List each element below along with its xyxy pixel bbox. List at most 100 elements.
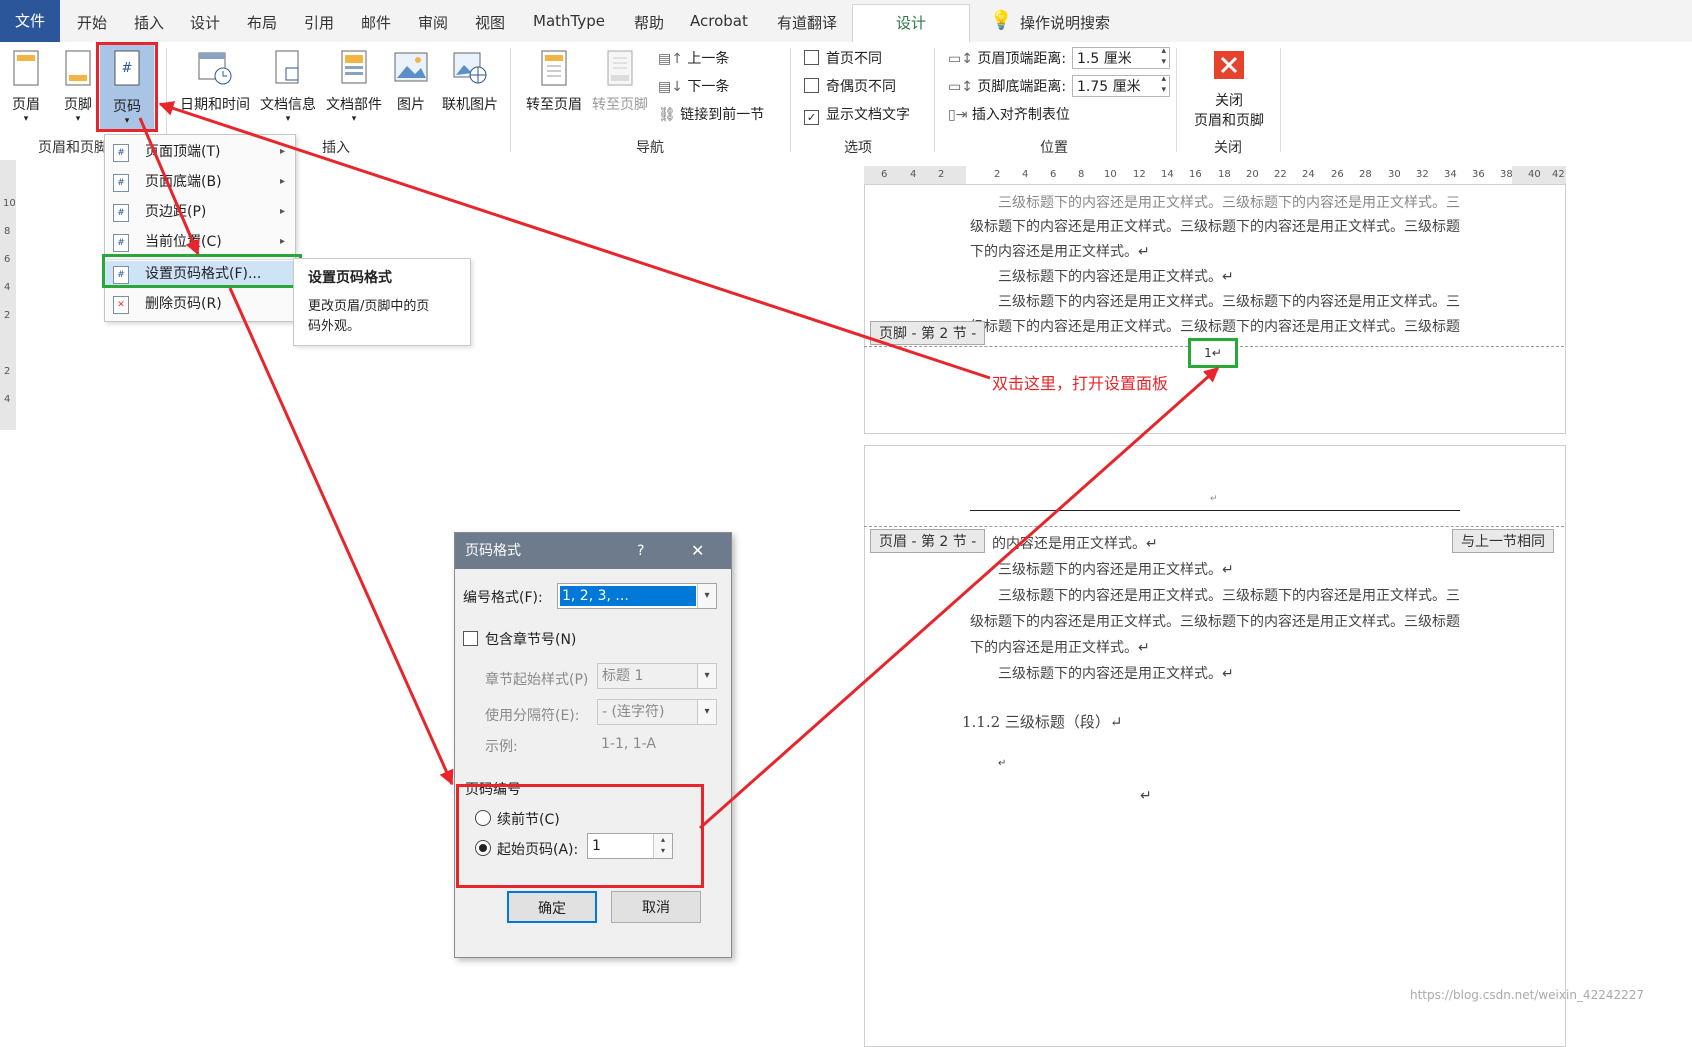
help-icon[interactable]: ? — [637, 533, 644, 569]
watermark-text: https://blog.csdn.net/weixin_42242227 — [1410, 988, 1645, 1002]
menu-item-top-of-page[interactable]: # 页面顶端(T) ▸ — [105, 139, 295, 165]
ruler-label: 32 — [1416, 169, 1429, 180]
link-prev-button[interactable]: ⛓ 链接到前一节 — [658, 104, 764, 124]
body-text-line: 级标题下的内容还是用正文样式。三级标题下的内容还是用正文样式。三级标题 — [970, 319, 1460, 335]
menu-item-page-margins[interactable]: # 页边距(P) ▸ — [105, 199, 295, 225]
ruler-label: 6 — [881, 169, 888, 180]
tab-mailings[interactable]: 邮件 — [361, 12, 391, 33]
ruler-label: 26 — [1331, 169, 1344, 180]
menu-item-label: 删除页码(R) — [145, 296, 222, 312]
close-icon[interactable]: ✕ — [691, 533, 704, 569]
ruler-text-area — [966, 166, 1512, 184]
tab-help[interactable]: 帮助 — [634, 12, 664, 33]
group-insert: 插入 — [322, 140, 350, 156]
header-top-spinner[interactable]: 1.5 厘米 — [1072, 46, 1170, 69]
menu-item-label: 页面顶端(T) — [145, 144, 221, 160]
online-picture-label: 联机图片 — [442, 97, 498, 113]
first-page-diff-checkbox[interactable]: 首页不同 — [804, 48, 882, 68]
tab-mathtype[interactable]: MathType — [533, 12, 605, 30]
goto-header-label: 转至页眉 — [526, 97, 582, 113]
header-paragraph-mark: ↵ — [1210, 494, 1218, 504]
chapter-style-select[interactable]: 标题 1 ▾ — [597, 663, 717, 689]
footer-bottom-icon: ▭↕ — [948, 79, 973, 95]
tab-design-doc[interactable]: 设计 — [190, 12, 220, 33]
separator-label: 使用分隔符(E): — [485, 708, 580, 724]
show-doc-text-checkbox[interactable]: ✓ 显示文档文字 — [804, 104, 910, 125]
tab-acrobat[interactable]: Acrobat — [690, 12, 748, 30]
ruler-label: 38 — [1500, 169, 1513, 180]
tab-home[interactable]: 开始 — [77, 12, 107, 33]
footer-page-number[interactable]: 1↵ — [1188, 338, 1238, 368]
prev-label: 上一条 — [687, 51, 730, 67]
menu-item-bottom-of-page[interactable]: # 页面底端(B) ▸ — [105, 169, 295, 195]
ribbon-tab-bar: 文件 开始 插入 设计 布局 引用 邮件 审阅 视图 MathType 帮助 A… — [0, 0, 1692, 43]
doc-parts-button[interactable]: 文档部件 ▾ — [322, 50, 386, 124]
group-divider — [934, 48, 935, 152]
separator-value: - (连字符) — [602, 704, 665, 720]
ruler-label: 10 — [1104, 169, 1117, 180]
vertical-ruler: 10 8 6 4 2 2 4 — [0, 160, 16, 430]
prev-button[interactable]: ▤↑ 上一条 — [658, 48, 729, 68]
dialog-titlebar: 页码格式 ? ✕ — [455, 533, 731, 569]
tab-file[interactable]: 文件 — [0, 0, 60, 42]
tab-youdao[interactable]: 有道翻译 — [777, 12, 837, 33]
tab-header-footer-design[interactable]: 设计 — [852, 4, 970, 43]
link-icon: ⛓ — [658, 107, 676, 123]
cancel-button[interactable]: 取消 — [611, 891, 701, 923]
odd-even-diff-label: 奇偶页不同 — [826, 79, 896, 95]
example-value: 1-1, 1-A — [601, 736, 656, 752]
checkbox-unchecked-icon — [463, 631, 478, 646]
header-button[interactable]: 页眉 ▾ — [4, 50, 48, 124]
ok-button[interactable]: 确定 — [507, 891, 597, 923]
tell-me-search[interactable]: 操作说明搜索 — [1020, 12, 1110, 33]
ruler-label: 36 — [1472, 169, 1485, 180]
tab-review[interactable]: 审阅 — [418, 12, 448, 33]
lightbulb-icon: 💡 — [990, 10, 1013, 31]
group-position: 位置 — [1040, 140, 1068, 156]
ruler-label: 30 — [1388, 169, 1401, 180]
tab-references[interactable]: 引用 — [304, 12, 334, 33]
include-chapter-checkbox[interactable]: 包含章节号(N) — [463, 629, 576, 649]
group-divider — [790, 48, 791, 152]
next-button[interactable]: ▤↓ 下一条 — [658, 76, 729, 96]
doc-info-button[interactable]: 文档信息 ▾ — [256, 50, 320, 124]
date-time-button[interactable]: 日期和时间 — [176, 50, 254, 114]
annotation-label: 双击这里，打开设置面板 — [992, 374, 1169, 393]
picture-label: 图片 — [397, 97, 425, 113]
tab-view[interactable]: 视图 — [475, 12, 505, 33]
close-header-footer-button[interactable]: 关闭 页眉和页脚 — [1188, 50, 1270, 130]
ruler-label: 34 — [1444, 169, 1457, 180]
separator-select[interactable]: - (连字符) ▾ — [597, 699, 717, 725]
checkbox-checked-icon: ✓ — [804, 110, 819, 125]
paragraph-mark: ↵ — [1140, 788, 1152, 804]
group-options: 选项 — [844, 140, 872, 156]
menu-item-current-position[interactable]: # 当前位置(C) ▸ — [105, 229, 295, 255]
body-text-line: 下的内容还是用正文样式。↵ — [970, 244, 1150, 260]
next-icon: ▤↓ — [658, 79, 683, 95]
heading-3: 1.1.2 三级标题（段）↵ — [962, 713, 1123, 731]
ruler-label: 40 — [1528, 169, 1541, 180]
footer-bottom-label-row: ▭↕ 页脚底端距离: — [948, 76, 1066, 96]
goto-header-button[interactable]: 转至页眉 — [522, 50, 586, 114]
close-icon — [1214, 51, 1244, 79]
ruler-label: 14 — [1161, 169, 1174, 180]
menu-item-remove-page-numbers[interactable]: ✕ 删除页码(R) — [105, 291, 295, 317]
link-prev-label: 链接到前一节 — [680, 107, 765, 123]
tooltip-desc: 更改页眉/页脚中的页 — [308, 299, 430, 314]
goto-footer-button[interactable]: 转至页脚 — [588, 50, 652, 114]
picture-button[interactable]: 图片 — [390, 50, 432, 114]
insert-align-tab-button[interactable]: ▯⇥ 插入对齐制表位 — [948, 104, 1070, 124]
footer-bottom-spinner[interactable]: 1.75 厘米 — [1072, 74, 1170, 97]
remove-page-number-icon: ✕ — [113, 296, 129, 314]
number-format-select[interactable]: 1, 2, 3, ... ▾ — [557, 583, 717, 609]
footer-button[interactable]: 页脚 ▾ — [56, 50, 100, 124]
goto-footer-label: 转至页脚 — [592, 97, 648, 113]
tab-layout[interactable]: 布局 — [247, 12, 277, 33]
online-picture-button[interactable]: 联机图片 — [438, 50, 502, 114]
ruler-label: 4 — [1022, 169, 1029, 180]
tab-insert[interactable]: 插入 — [134, 12, 164, 33]
body-text-line: 下的内容还是用正文样式。↵ — [970, 640, 1150, 656]
footer-icon — [65, 50, 91, 86]
odd-even-diff-checkbox[interactable]: 奇偶页不同 — [804, 76, 896, 96]
page-number-format-dialog: 页码格式 ? ✕ 编号格式(F): 1, 2, 3, ... ▾ 包含章节号(N… — [454, 532, 732, 958]
